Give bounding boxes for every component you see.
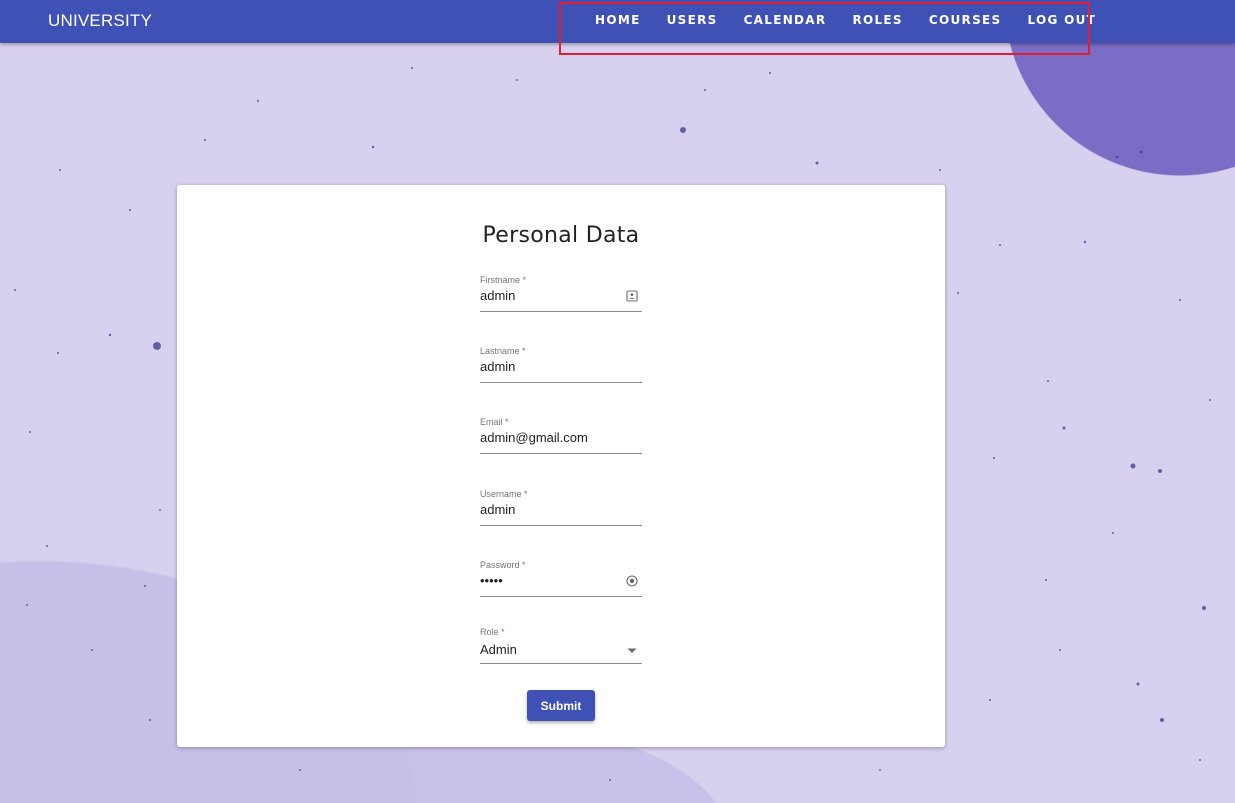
lastname-label: Lastname *: [480, 346, 526, 356]
nav-courses[interactable]: COURSES: [916, 13, 1015, 27]
submit-button[interactable]: Submit: [527, 690, 595, 721]
firstname-field: Firstname *: [480, 275, 642, 312]
page-title: Personal Data: [482, 223, 640, 248]
email-label: Email *: [480, 417, 509, 427]
lastname-input[interactable]: [480, 359, 620, 374]
role-selected-value[interactable]: Admin: [480, 642, 620, 657]
nav-home[interactable]: HOME: [582, 13, 654, 27]
contact-card-icon[interactable]: [626, 290, 638, 302]
nav-users[interactable]: USERS: [654, 13, 731, 27]
email-input[interactable]: [480, 430, 620, 445]
username-label: Username *: [480, 489, 528, 499]
email-field: Email *: [480, 417, 642, 454]
firstname-label: Firstname *: [480, 275, 527, 285]
firstname-input[interactable]: [480, 288, 620, 303]
brand-logo[interactable]: UNIVERSITY: [48, 11, 152, 31]
role-label: Role *: [480, 627, 505, 637]
nav-logout[interactable]: LOG OUT: [1014, 13, 1109, 27]
lastname-field: Lastname *: [480, 346, 642, 383]
password-reveal-icon[interactable]: [626, 575, 638, 587]
nav-roles[interactable]: ROLES: [839, 13, 915, 27]
top-navbar: UNIVERSITY HOME USERS CALENDAR ROLES COU…: [0, 0, 1235, 43]
nav-calendar[interactable]: CALENDAR: [731, 13, 840, 27]
main-nav: HOME USERS CALENDAR ROLES COURSES LOG OU…: [582, 0, 1109, 43]
username-field: Username *: [480, 489, 642, 526]
role-select[interactable]: Role * Admin: [480, 627, 642, 664]
dropdown-arrow-icon[interactable]: [626, 645, 638, 657]
username-input[interactable]: [480, 502, 620, 517]
password-input[interactable]: [480, 573, 620, 588]
password-field: Password *: [480, 560, 642, 597]
password-label: Password *: [480, 560, 526, 570]
personal-data-card: Personal Data Firstname * Lastname * Ema…: [177, 185, 945, 747]
